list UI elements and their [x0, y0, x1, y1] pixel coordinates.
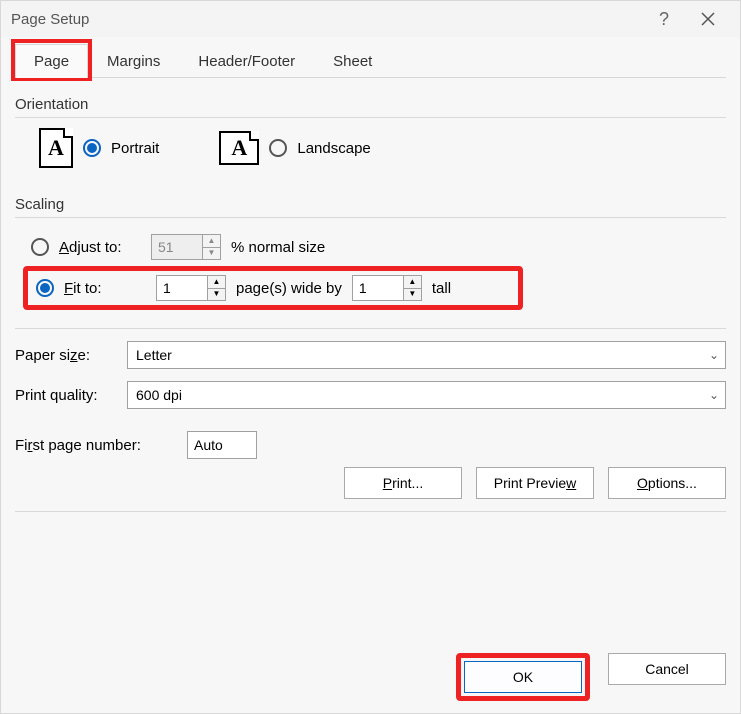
- landscape-icon: A: [219, 131, 259, 165]
- fit-tall-spinner[interactable]: ▲▼: [352, 275, 422, 301]
- chevron-down-icon: ⌄: [709, 348, 719, 362]
- section-divider: [15, 328, 726, 329]
- adjust-to-row: Adjust to: ▲▼ % normal size: [31, 228, 726, 266]
- fit-tall-input[interactable]: [353, 276, 403, 300]
- spinner-down-icon[interactable]: ▼: [208, 289, 225, 301]
- fit-tall-label: tall: [432, 280, 451, 297]
- titlebar: Page Setup ?: [1, 1, 740, 37]
- adjust-to-spinner[interactable]: ▲▼: [151, 234, 221, 260]
- portrait-block: A Portrait: [39, 128, 159, 168]
- highlight-page-tab: Page: [11, 39, 92, 81]
- close-button[interactable]: [686, 1, 730, 37]
- paper-size-row: Paper size: Letter ⌄: [15, 341, 726, 369]
- dialog-body: Page Margins Header/Footer Sheet Orienta…: [1, 37, 740, 713]
- paper-size-combo[interactable]: Letter ⌄: [127, 341, 726, 369]
- help-button[interactable]: ?: [642, 1, 686, 37]
- close-icon: [701, 12, 715, 26]
- first-page-input[interactable]: [187, 431, 257, 459]
- tab-page[interactable]: Page: [15, 44, 88, 78]
- fit-to-row: Fit to: ▲▼ page(s) wide by ▲▼ tall: [36, 275, 510, 301]
- orientation-row: A Portrait A Landscape: [15, 128, 726, 168]
- landscape-radio[interactable]: [269, 139, 287, 157]
- print-preview-button[interactable]: Print Preview: [476, 467, 594, 499]
- adjust-to-suffix: % normal size: [231, 239, 325, 256]
- chevron-down-icon: ⌄: [709, 388, 719, 402]
- options-button[interactable]: Options...: [608, 467, 726, 499]
- adjust-to-input[interactable]: [152, 235, 202, 259]
- spinner-up-icon[interactable]: ▲: [404, 276, 421, 289]
- dialog-title: Page Setup: [11, 11, 642, 28]
- tab-margins[interactable]: Margins: [88, 44, 179, 78]
- orientation-group-label: Orientation: [15, 96, 726, 113]
- print-button[interactable]: Print...: [344, 467, 462, 499]
- fit-mid-label: page(s) wide by: [236, 280, 342, 297]
- paper-size-label: Paper size:: [15, 347, 115, 364]
- fit-to-label: Fit to:: [64, 280, 146, 297]
- spinner-up-icon[interactable]: ▲: [208, 276, 225, 289]
- tab-header-footer[interactable]: Header/Footer: [179, 44, 314, 78]
- tab-bar: Page Margins Header/Footer Sheet: [15, 43, 726, 78]
- portrait-label: Portrait: [111, 140, 159, 157]
- tab-sheet[interactable]: Sheet: [314, 44, 391, 78]
- spinner-down-icon[interactable]: ▼: [404, 289, 421, 301]
- footer-divider: [15, 511, 726, 512]
- portrait-icon: A: [39, 128, 73, 168]
- portrait-radio[interactable]: [83, 139, 101, 157]
- action-button-row: Print... Print Preview Options...: [15, 459, 726, 507]
- adjust-to-radio[interactable]: [31, 238, 49, 256]
- fit-wide-input[interactable]: [157, 276, 207, 300]
- print-quality-label: Print quality:: [15, 387, 115, 404]
- ok-button[interactable]: OK: [464, 661, 582, 693]
- orientation-divider: [15, 117, 726, 118]
- print-quality-combo[interactable]: 600 dpi ⌄: [127, 381, 726, 409]
- scaling-divider: [15, 217, 726, 218]
- print-quality-row: Print quality: 600 dpi ⌄: [15, 381, 726, 409]
- scaling-group: Scaling Adjust to: ▲▼ % normal size: [15, 196, 726, 310]
- page-setup-dialog: Page Setup ? Page Margins Header/Footer …: [0, 0, 741, 714]
- spinner-down-icon[interactable]: ▼: [203, 248, 220, 260]
- adjust-to-label: Adjust to:: [59, 239, 141, 256]
- spinner-up-icon[interactable]: ▲: [203, 235, 220, 248]
- tab-content: Orientation A Portrait A Landscape Scali…: [15, 78, 726, 649]
- landscape-label: Landscape: [297, 140, 370, 157]
- paper-size-value: Letter: [136, 347, 172, 363]
- cancel-button[interactable]: Cancel: [608, 653, 726, 685]
- highlight-fit-to: Fit to: ▲▼ page(s) wide by ▲▼ tall: [23, 266, 523, 310]
- scaling-group-label: Scaling: [15, 196, 726, 213]
- landscape-block: A Landscape: [219, 131, 370, 165]
- dialog-footer: OK Cancel: [15, 649, 726, 701]
- first-page-row: First page number:: [15, 431, 726, 459]
- highlight-ok: OK: [456, 653, 590, 701]
- print-quality-value: 600 dpi: [136, 387, 182, 403]
- first-page-label: First page number:: [15, 437, 175, 454]
- fit-to-radio[interactable]: [36, 279, 54, 297]
- fit-wide-spinner[interactable]: ▲▼: [156, 275, 226, 301]
